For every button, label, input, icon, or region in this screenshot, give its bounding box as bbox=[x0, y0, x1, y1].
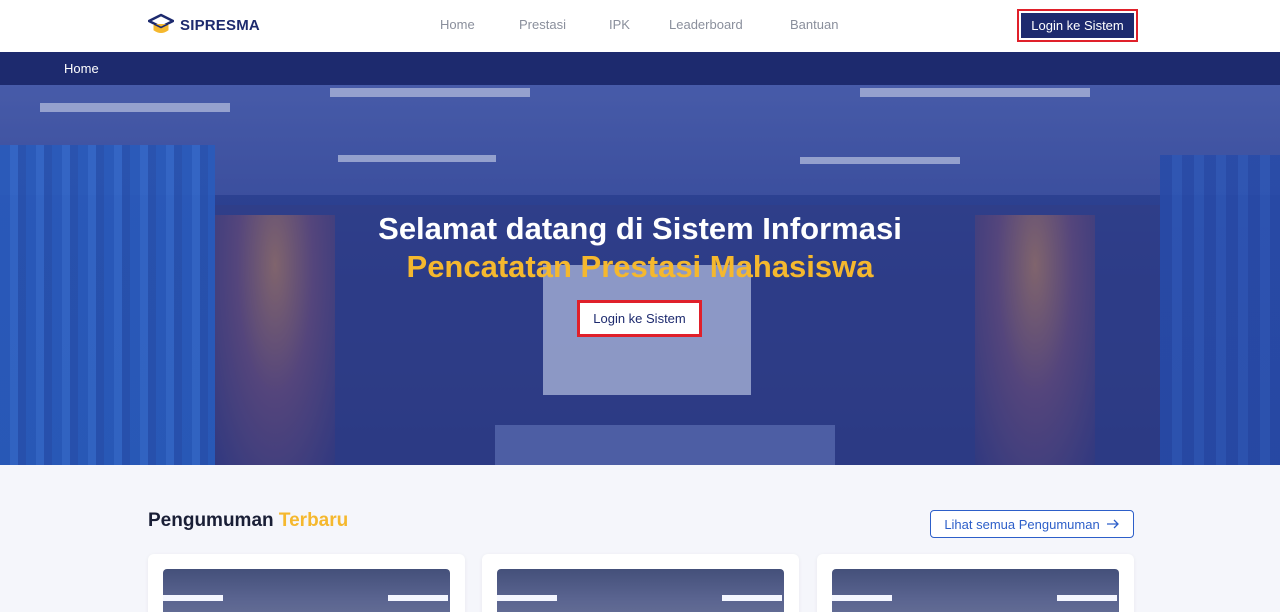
card-light bbox=[163, 595, 223, 601]
brand-name: SIPRESMA bbox=[180, 16, 260, 34]
top-navbar: SIPRESMA Home Prestasi IPK Leaderboard B… bbox=[0, 0, 1280, 52]
breadcrumb-home[interactable]: Home bbox=[64, 61, 99, 76]
login-button-highlight: Login ke Sistem bbox=[1017, 9, 1138, 42]
navbar-login-button[interactable]: Login ke Sistem bbox=[1021, 13, 1134, 38]
graduation-cap-icon bbox=[148, 13, 174, 33]
card-light bbox=[497, 595, 557, 601]
breadcrumb-bar: Home bbox=[0, 52, 1280, 85]
announcements-title-main: Pengumuman bbox=[148, 510, 274, 531]
hero-banner: Selamat datang di Sistem Informasi Penca… bbox=[0, 85, 1280, 465]
see-all-announcements-button[interactable]: Lihat semua Pengumuman bbox=[930, 510, 1134, 538]
nav-bantuan[interactable]: Bantuan bbox=[790, 17, 838, 32]
card-light bbox=[1057, 595, 1117, 601]
arrow-right-icon bbox=[1106, 519, 1119, 529]
see-all-label: Lihat semua Pengumuman bbox=[944, 516, 1100, 532]
hero-title-line2: Pencatatan Prestasi Mahasiswa bbox=[406, 249, 874, 284]
nav-leaderboard[interactable]: Leaderboard bbox=[669, 17, 743, 32]
announcements-title-accent: Terbaru bbox=[278, 510, 349, 531]
brand-logo[interactable]: SIPRESMA bbox=[148, 12, 260, 38]
announcement-image bbox=[497, 569, 784, 612]
announcement-image bbox=[832, 569, 1119, 612]
announcement-card[interactable] bbox=[482, 554, 799, 612]
announcement-card[interactable] bbox=[817, 554, 1134, 612]
announcement-image bbox=[163, 569, 450, 612]
announcement-card[interactable] bbox=[148, 554, 465, 612]
card-light bbox=[388, 595, 448, 601]
hero-login-button[interactable]: Login ke Sistem bbox=[582, 305, 697, 332]
card-light bbox=[722, 595, 782, 601]
nav-prestasi[interactable]: Prestasi bbox=[519, 17, 566, 32]
announcements-title: Pengumuman Terbaru bbox=[148, 510, 348, 532]
card-light bbox=[832, 595, 892, 601]
hero-title-line1: Selamat datang di Sistem Informasi bbox=[378, 211, 902, 246]
nav-ipk[interactable]: IPK bbox=[609, 17, 630, 32]
hero-login-highlight: Login ke Sistem bbox=[577, 300, 702, 337]
nav-home[interactable]: Home bbox=[440, 17, 475, 32]
